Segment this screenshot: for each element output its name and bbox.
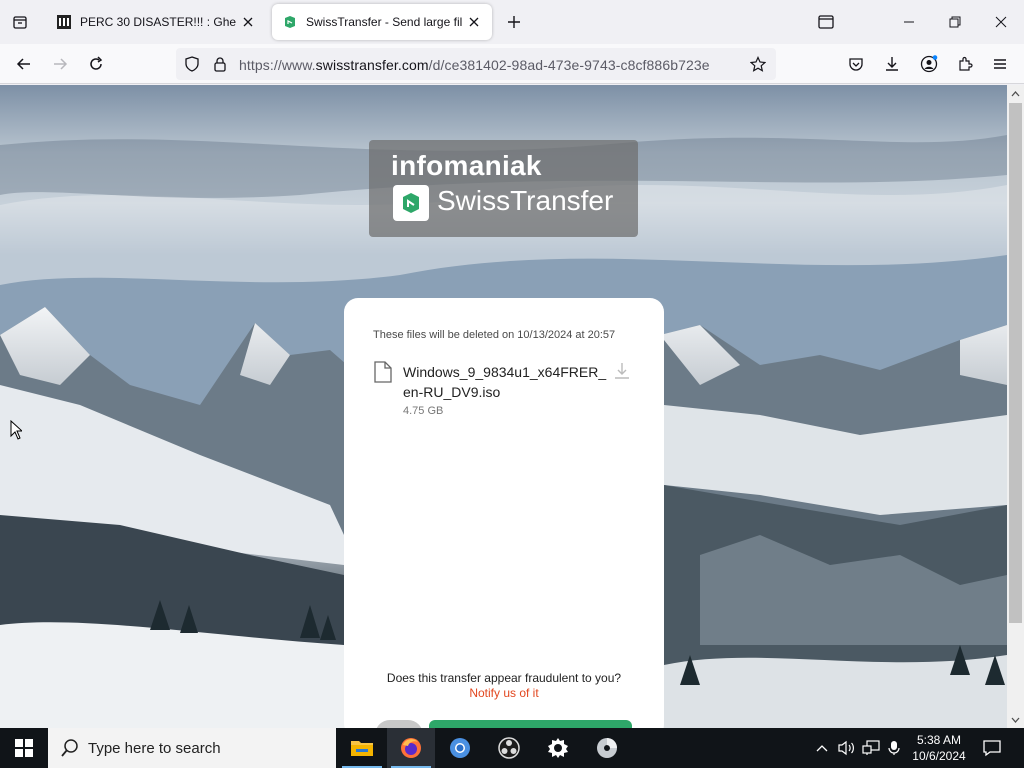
minimize-icon[interactable] — [897, 10, 921, 34]
scroll-down-icon[interactable] — [1007, 711, 1024, 728]
firefox-taskbar-icon[interactable] — [387, 728, 435, 768]
tab-title: PERC 30 DISASTER!!! : Ghetto Sr — [80, 15, 236, 29]
firefox-view-icon[interactable] — [814, 10, 838, 34]
url-text: https://www.swisstransfer.com/d/ce381402… — [239, 57, 710, 73]
close-tab-icon[interactable] — [466, 14, 482, 30]
tab-list-icon[interactable] — [6, 9, 34, 35]
scroll-thumb[interactable] — [1009, 103, 1022, 623]
nav-toolbar: https://www.swisstransfer.com/d/ce381402… — [0, 44, 1024, 84]
clock-time: 5:38 AM — [916, 733, 962, 747]
restore-icon[interactable] — [943, 10, 967, 34]
microphone-icon[interactable] — [884, 728, 904, 768]
extensions-icon[interactable] — [953, 52, 977, 76]
scroll-up-icon[interactable] — [1007, 85, 1024, 102]
file-size: 4.75 GB — [403, 405, 444, 417]
swisstransfer-icon — [282, 14, 298, 30]
page-viewport: infomaniak SwissTransfer These files wil… — [0, 85, 1007, 728]
volume-icon[interactable] — [836, 728, 858, 768]
file-icon — [374, 361, 392, 388]
close-tab-icon[interactable] — [240, 14, 256, 30]
obs-icon[interactable] — [485, 728, 533, 768]
url-bar[interactable]: https://www.swisstransfer.com/d/ce381402… — [176, 48, 776, 80]
system-clock[interactable]: 5:38 AM 10/6/2024 — [904, 732, 974, 764]
disc-burner-icon[interactable] — [583, 728, 631, 768]
forward-icon[interactable] — [48, 52, 72, 76]
settings-gear-icon[interactable] — [534, 728, 582, 768]
file-name: Windows_9_9834u1_x64FRER_en-RU_DV9.iso — [403, 364, 607, 400]
tab-strip: PERC 30 DISASTER!!! : Ghetto Sr SwissTra… — [0, 0, 1024, 44]
company-logo-text: infomaniak — [391, 150, 542, 181]
brand-banner: infomaniak SwissTransfer — [369, 140, 638, 237]
back-icon[interactable] — [12, 52, 36, 76]
pocket-icon[interactable] — [844, 52, 868, 76]
taskbar-search-box[interactable]: Type here to search — [48, 728, 336, 768]
tab-title: SwissTransfer - Send large files s — [306, 15, 462, 29]
clock-date: 10/6/2024 — [912, 749, 966, 763]
secondary-button[interactable] — [375, 720, 423, 728]
fraud-notice: Does this transfer appear fraudulent to … — [386, 671, 622, 700]
taskbar: Type here to search 5:38 AM 10/6/2024 — [0, 728, 1024, 768]
product-name: SwissTransfer — [437, 185, 614, 216]
bookmark-star-icon[interactable] — [749, 56, 767, 77]
expiry-notice: These files will be deleted on 10/13/202… — [373, 329, 616, 341]
mouse-pointer-icon — [10, 419, 24, 445]
search-icon — [60, 738, 80, 763]
report-fraud-link[interactable]: Notify us of it — [469, 686, 538, 700]
new-tab-icon[interactable] — [502, 10, 526, 34]
tracking-shield-icon[interactable] — [184, 56, 200, 77]
notifications-icon[interactable] — [978, 728, 1006, 768]
transfer-card: These files will be deleted on 10/13/202… — [344, 298, 664, 728]
tab-swisstransfer[interactable]: SwissTransfer - Send large files s — [272, 4, 492, 40]
swisstransfer-logo-icon — [393, 185, 429, 221]
lock-icon[interactable] — [212, 56, 228, 77]
downloads-icon[interactable] — [880, 52, 904, 76]
close-window-icon[interactable] — [989, 10, 1013, 34]
download-all-button[interactable] — [429, 720, 632, 728]
reload-icon[interactable] — [84, 52, 108, 76]
search-placeholder: Type here to search — [88, 740, 221, 757]
bank-icon — [56, 14, 72, 30]
file-explorer-icon[interactable] — [338, 728, 386, 768]
network-icon[interactable] — [860, 728, 882, 768]
windows-start-icon[interactable] — [0, 728, 48, 768]
download-file-icon[interactable] — [612, 361, 632, 386]
vertical-scrollbar[interactable] — [1007, 85, 1024, 728]
tab-perc-disaster[interactable]: PERC 30 DISASTER!!! : Ghetto Sr — [46, 4, 266, 40]
tray-overflow-icon[interactable] — [812, 728, 832, 768]
account-icon[interactable] — [917, 52, 941, 76]
menu-icon[interactable] — [988, 52, 1012, 76]
chromium-icon[interactable] — [436, 728, 484, 768]
